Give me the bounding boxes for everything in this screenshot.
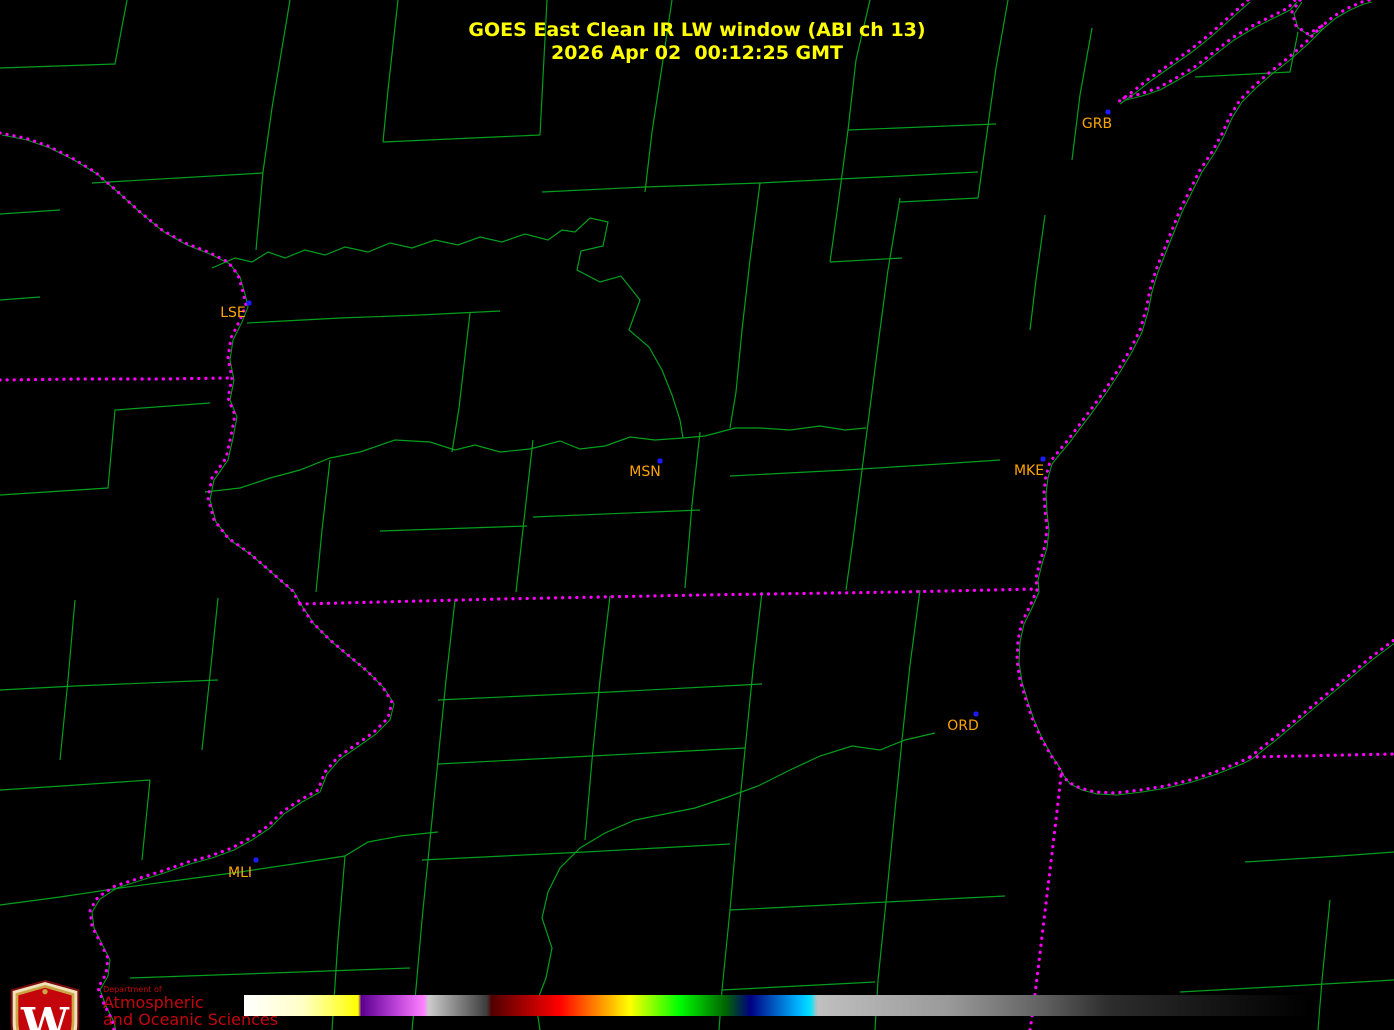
county-line <box>204 425 867 493</box>
state-boundaries <box>0 0 1394 1030</box>
county-line <box>729 895 1006 911</box>
state-boundary-dotted <box>0 376 230 382</box>
uw-aos-logo: W Department of Atmospheric and Oceanic … <box>5 979 278 1030</box>
county-line <box>1317 899 1331 1030</box>
shoreline <box>1 134 303 607</box>
county-line <box>59 599 76 761</box>
county-line <box>845 197 901 591</box>
station-label-ord: ORD <box>947 718 979 734</box>
county-line <box>0 679 219 691</box>
county-line <box>437 683 763 701</box>
shoreline <box>1037 27 1325 593</box>
station-dot <box>657 458 663 464</box>
title-line-2: 2026 Apr 02 00:12:25 GMT <box>550 42 844 64</box>
satellite-image-viewer: GOES East Clean IR LW window (ABI ch 13)… <box>0 0 1394 1030</box>
state-boundary-dotted <box>88 602 394 1030</box>
county-line <box>201 597 219 751</box>
county-line <box>541 182 761 193</box>
county-line <box>744 591 763 751</box>
county-line <box>1029 214 1046 331</box>
station-dot <box>973 711 979 717</box>
county-line <box>91 172 264 184</box>
county-line <box>0 296 41 301</box>
county-line <box>535 732 936 1030</box>
state-boundary-dotted <box>1028 774 1063 1030</box>
state-boundary-dotted <box>0 131 302 606</box>
uw-crest-icon: W <box>10 979 80 1030</box>
county-line <box>532 509 701 518</box>
station-label-mke: MKE <box>1013 463 1045 479</box>
county-line <box>584 595 611 841</box>
station-label-mli: MLI <box>227 865 253 881</box>
state-boundary-dotted <box>1248 638 1394 759</box>
county-line <box>729 459 1001 477</box>
state-boundary-dotted <box>1034 24 1324 592</box>
county-line <box>829 257 903 263</box>
county-line <box>729 182 761 429</box>
shoreline <box>91 605 395 1030</box>
shoreline <box>1018 591 1065 777</box>
county-line <box>437 599 456 761</box>
department-name: Department of Atmospheric and Oceanic Sc… <box>103 979 278 1028</box>
county-line <box>451 312 471 453</box>
dept-name-line-2: and Oceanic Sciences <box>103 1010 279 1029</box>
county-line <box>246 310 501 324</box>
ir-temperature-colorbar <box>244 995 1310 1016</box>
station-dot <box>246 300 252 306</box>
station-dot <box>253 857 259 863</box>
county-line <box>379 525 528 532</box>
county-line <box>0 855 346 906</box>
county-line <box>411 759 439 1030</box>
station-label-lse: LSE <box>220 305 246 321</box>
county-line <box>899 197 979 203</box>
state-boundary-dotted <box>1248 752 1394 759</box>
county-line <box>141 779 151 861</box>
county-line <box>315 459 331 593</box>
shoreline <box>1251 642 1394 760</box>
county-line <box>847 123 997 131</box>
county-line <box>211 217 684 439</box>
title-line-1: GOES East Clean IR LW window (ABI ch 13) <box>468 19 926 41</box>
county-line <box>874 739 903 1030</box>
county-line <box>901 589 921 741</box>
county-line <box>382 134 541 143</box>
station-dot <box>1040 456 1046 462</box>
state-boundary-dotted <box>1060 755 1252 795</box>
county-line <box>1244 851 1394 863</box>
dept-name-line-1: Atmospheric <box>103 993 204 1012</box>
station-label-msn: MSN <box>629 464 661 480</box>
state-boundary-dotted <box>298 587 1039 606</box>
county-line <box>129 967 411 979</box>
county-line <box>344 831 439 857</box>
map-canvas <box>0 0 1394 1030</box>
county-line <box>721 981 876 991</box>
county-line <box>0 209 61 215</box>
county-line <box>759 171 979 184</box>
county-line <box>515 439 534 593</box>
image-title: GOES East Clean IR LW window (ABI ch 13)… <box>0 19 1394 65</box>
station-dot <box>1105 109 1111 115</box>
state-boundary-dotted <box>1015 588 1064 776</box>
county-boundaries <box>0 0 1394 1030</box>
svg-text:W: W <box>20 999 70 1030</box>
county-line <box>0 402 211 496</box>
county-line <box>1179 979 1394 993</box>
county-line <box>829 129 849 263</box>
county-line <box>0 779 151 791</box>
station-label-grb: GRB <box>1081 116 1113 132</box>
